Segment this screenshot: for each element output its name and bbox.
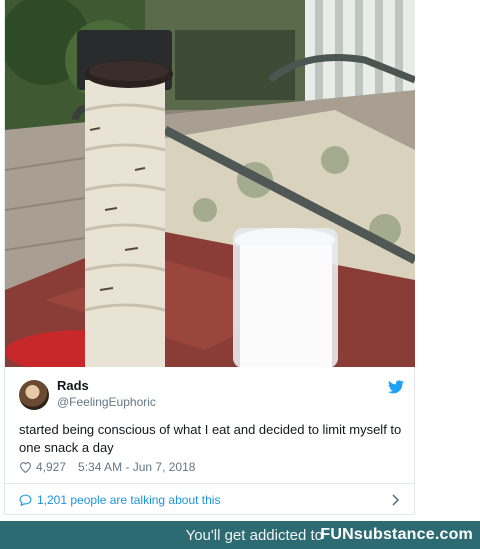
- conversation-link[interactable]: 1,201 people are talking about this: [19, 491, 404, 509]
- divider: [5, 483, 414, 484]
- avatar[interactable]: [19, 380, 49, 410]
- author-name[interactable]: Rads: [57, 378, 89, 393]
- tweet-author: Rads @FeelingEuphoric: [19, 378, 404, 412]
- tweet-photo[interactable]: [5, 0, 415, 367]
- site-footer-banner: You'll get addicted to FUNsubstance.com: [0, 521, 480, 549]
- tweet-meta: 4,927 5:34 AM - Jun 7, 2018: [19, 459, 195, 475]
- author-handle[interactable]: @FeelingEuphoric: [57, 395, 156, 409]
- chevron-right-icon: [392, 494, 400, 506]
- tweet-card: Rads @FeelingEuphoric started being cons…: [4, 0, 415, 515]
- brand-logo-text[interactable]: FUNsubstance.com: [320, 526, 473, 544]
- conversation-text: 1,201 people are talking about this: [37, 493, 221, 507]
- like-count[interactable]: 4,927: [36, 460, 66, 474]
- footer-tagline: You'll get addicted to: [185, 527, 323, 544]
- twitter-bird-icon[interactable]: [388, 380, 404, 394]
- tweet-timestamp[interactable]: 5:34 AM - Jun 7, 2018: [78, 460, 195, 474]
- speech-bubble-icon: [19, 494, 32, 506]
- tweet-text: started being conscious of what I eat an…: [19, 422, 402, 455]
- heart-icon[interactable]: [19, 461, 32, 473]
